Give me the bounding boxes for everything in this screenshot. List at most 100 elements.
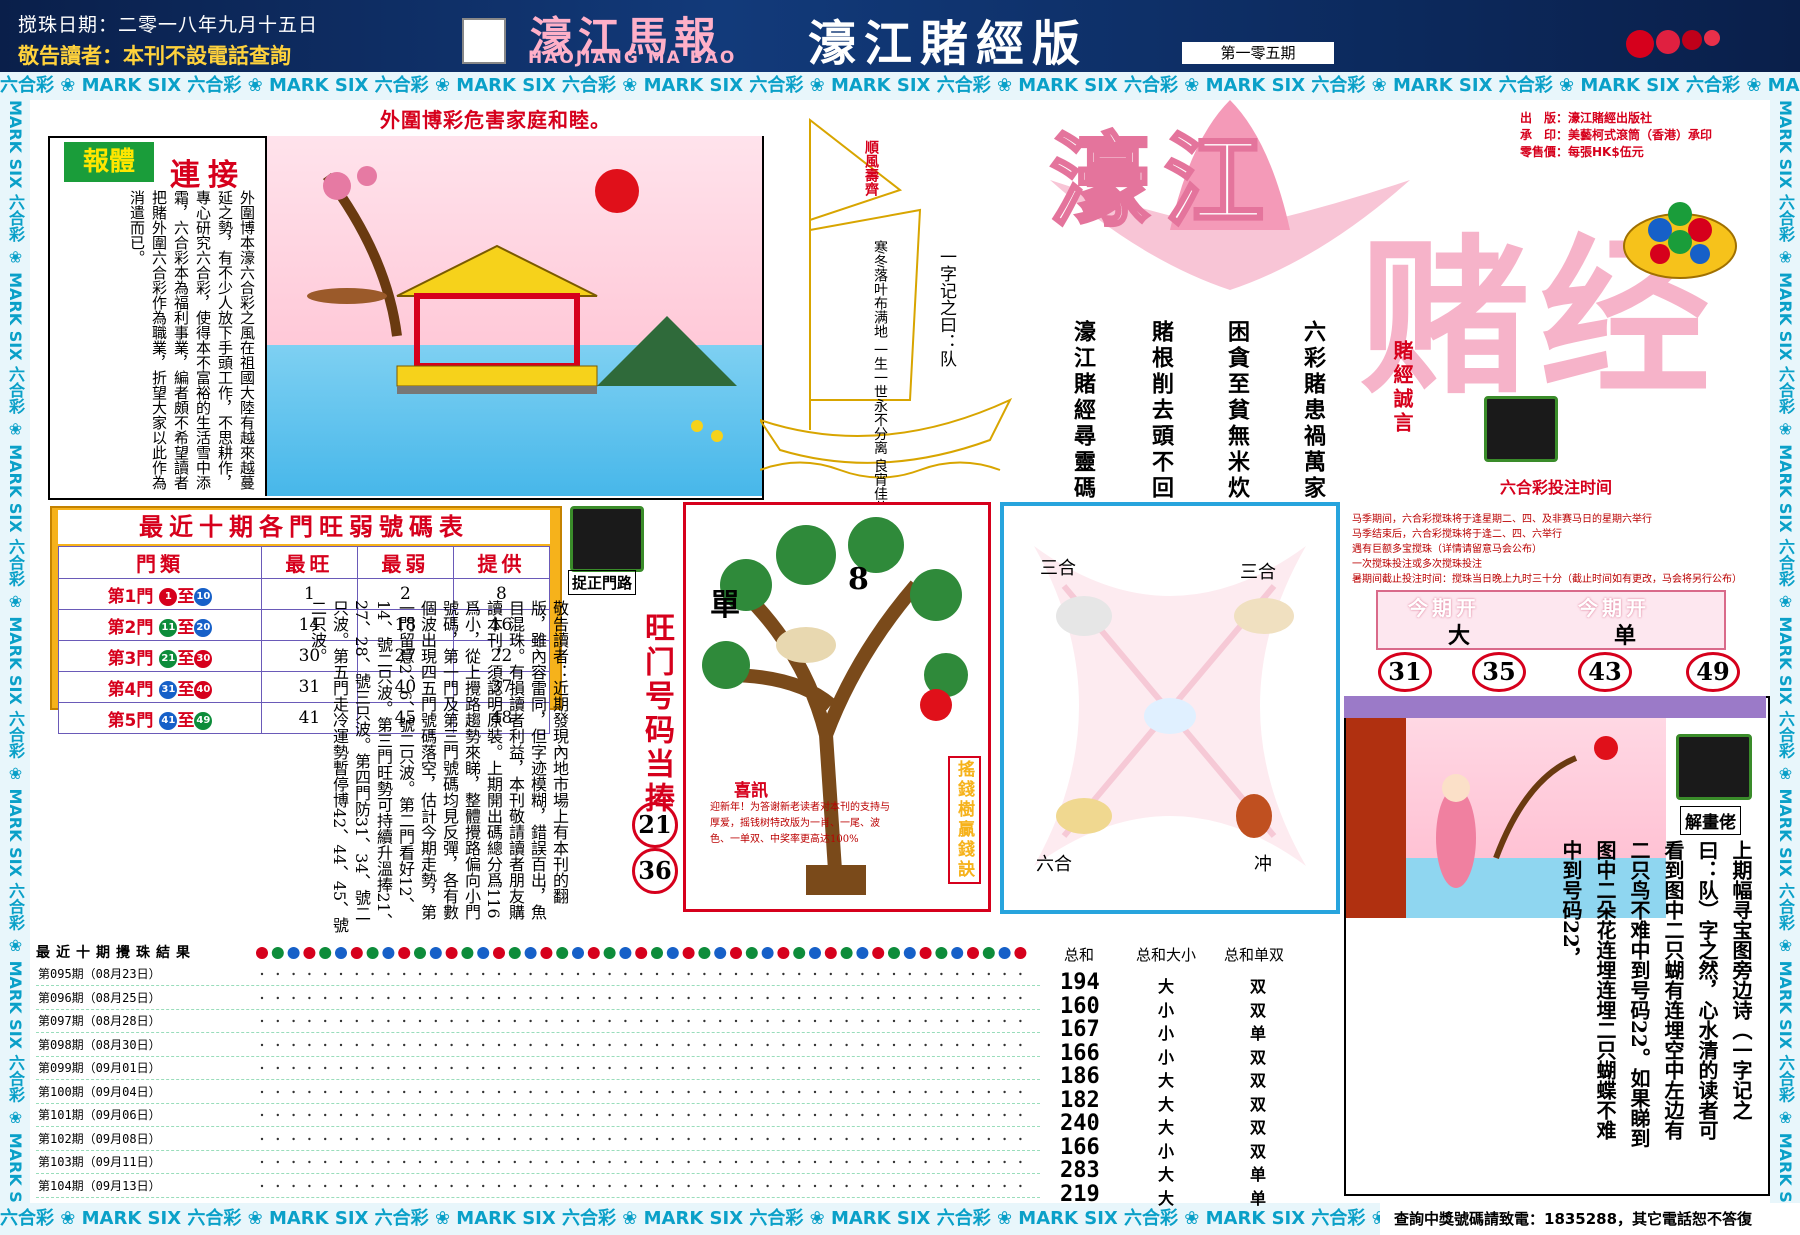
ball-icon xyxy=(935,947,948,959)
ball-icon xyxy=(303,947,316,959)
ball-icon xyxy=(366,947,379,959)
verse-1: 六彩賭患禍萬家 xyxy=(1300,320,1326,502)
period-value-parity: 单 xyxy=(1614,623,1637,649)
parity-header: 总和单双 xyxy=(1224,946,1285,964)
ball-icon xyxy=(714,947,727,959)
zodiac-label-bl: 六合 xyxy=(1036,854,1072,875)
hot-number-2: 36 xyxy=(632,848,678,894)
period-value-size: 大 xyxy=(1448,623,1471,649)
ball-icon xyxy=(698,947,711,959)
sum-value: 219 xyxy=(1060,1181,1100,1207)
bet-time-title: 六合彩投注时间 xyxy=(1500,478,1613,497)
ball-icon xyxy=(556,947,569,959)
table-row: 第095期（08月23日） xyxy=(36,962,1040,986)
ball-icon xyxy=(682,947,695,959)
tree-number: 8 xyxy=(848,562,869,597)
draw-dot-row xyxy=(260,1160,1022,1164)
table-row: 第097期（08月28日） xyxy=(36,1009,1040,1033)
period-label: 第100期（09月04日） xyxy=(38,1084,161,1099)
period-label: 第099期（09月01日） xyxy=(38,1061,161,1075)
parity-value: 双 xyxy=(1250,1094,1267,1114)
size-value: 小 xyxy=(1158,1000,1175,1020)
col-header: 最弱 xyxy=(356,546,454,579)
verse-3: 賭根削去頭不回 xyxy=(1148,320,1174,502)
ball-icon xyxy=(1014,947,1027,959)
lottery-balls-icon xyxy=(1626,30,1720,58)
zodiac-label-br: 冲 xyxy=(1254,854,1272,875)
draw-dot-row xyxy=(260,1090,1022,1093)
pick-number: 31 xyxy=(1378,652,1432,692)
printer: 承 印：美藝柯式滾筒（香港）承印 xyxy=(1520,128,1713,142)
bet-note: 马季结束后，六合彩搅珠将于逢二、四、六举行 xyxy=(1352,529,1562,540)
verse-2: 困貪至貧無米炊 xyxy=(1224,320,1250,502)
ball-icon xyxy=(856,947,869,959)
draw-dot-row xyxy=(260,1066,1022,1070)
ball-icon xyxy=(271,947,284,959)
parity-value: 双 xyxy=(1250,1047,1267,1067)
size-value: 小 xyxy=(1158,1024,1175,1043)
tree-dan: 單 xyxy=(710,588,740,623)
ball-icon xyxy=(477,947,490,959)
size-value: 大 xyxy=(1158,1165,1175,1184)
ball-icon xyxy=(319,947,332,959)
period-label: 第096期（08月25日） xyxy=(38,990,161,1005)
logo-english: HAOJIANG MA BAO xyxy=(528,48,737,68)
ball-icon xyxy=(888,947,900,959)
decode-bar xyxy=(1344,696,1766,718)
period-label: 第103期（09月11日） xyxy=(38,1155,161,1169)
motto: 賭經誠言 xyxy=(1390,340,1414,436)
size-value: 小 xyxy=(1158,1141,1175,1161)
ball-icon xyxy=(793,947,806,959)
pavilion-illustration xyxy=(265,136,762,496)
draw-dot-row xyxy=(260,972,1022,976)
parity-value: 单 xyxy=(1250,1024,1267,1043)
ball-icon xyxy=(335,947,347,959)
parity-value: 双 xyxy=(1250,1071,1267,1090)
parity-value: 单 xyxy=(1250,1188,1267,1208)
parity-value: 单 xyxy=(1250,1165,1267,1184)
ball-icon xyxy=(524,947,537,959)
price: 零售價：每張HK$伍元 xyxy=(1520,145,1644,159)
publication-info: 出 版：濠江賭經出版社 承 印：美藝柯式滾筒（香港）承印 零售價：每張HK$伍元 xyxy=(1520,110,1712,161)
ball-icon xyxy=(967,947,979,959)
size-value: 大 xyxy=(1158,1094,1175,1114)
ball-icon xyxy=(840,947,853,959)
ball-icon xyxy=(982,947,995,959)
period-label-1: 今期开 xyxy=(1408,596,1480,620)
table-row: 第103期（09月11日） xyxy=(36,1150,1040,1174)
ball-icon xyxy=(872,947,885,959)
hot-number-label: 旺门号码当捧 xyxy=(639,612,674,816)
ball-icon xyxy=(256,947,268,959)
draw-dot-row xyxy=(260,1113,1022,1117)
size-value: 小 xyxy=(1158,1047,1175,1067)
hotline: 查詢中獎號碼請致電：1835288，其它電話恕不答復 xyxy=(1380,1203,1800,1235)
good-news-text: 迎新年！为答谢新老读者对本刊的支持与厚爱，摇钱树特改版为一肖、一尾、波色、一单双… xyxy=(710,802,890,845)
bet-note: 遇有巨额多宝搅珠（详情请留意马会公布） xyxy=(1352,544,1542,555)
table-row: 第100期（09月04日） xyxy=(36,1080,1040,1104)
period-label: 第102期（09月08日） xyxy=(38,1131,161,1146)
col-header: 提供 xyxy=(452,546,551,579)
ball-icon xyxy=(745,947,758,959)
tree-side-label: 搖錢樹贏錢訣 xyxy=(948,756,981,884)
edition-title: 濠江賭經版 xyxy=(808,16,1089,72)
top-border: 六合彩 ❀ MARK SIX 六合彩 ❀ MARK SIX 六合彩 ❀ MARK… xyxy=(0,72,1800,100)
ball-icon xyxy=(666,947,679,959)
this-period-box: 今期开 大 今期开 单 xyxy=(1376,590,1726,650)
ball-icon xyxy=(903,947,916,959)
table-row: 第096期（08月25日） xyxy=(36,986,1040,1010)
zodiac-panel: 三合 三合 六合 冲 xyxy=(1000,502,1340,914)
ball-icon xyxy=(809,947,821,959)
draw-date: 搅珠日期：二零一八年九月十五日 xyxy=(18,14,319,36)
decode-text: 上期幅寻宝图旁边诗（一字记之曰：队）字之然，心水清的读者可看到图中二只蝴有连埋空… xyxy=(1559,840,1753,1148)
ball-icon xyxy=(619,947,632,959)
size-value: 大 xyxy=(1158,1118,1175,1137)
bet-note: 一次搅珠投注或多次搅珠投注 xyxy=(1352,559,1482,570)
period-label: 第097期（08月28日） xyxy=(38,1014,161,1028)
parity-value: 双 xyxy=(1250,1141,1267,1161)
results-grid: 第095期（08月23日） 第096期（08月25日） 第097期（08月28日） 第… xyxy=(36,962,1040,1200)
pick-number: 35 xyxy=(1472,652,1526,692)
sailboat-illustration xyxy=(760,117,1013,479)
sum-value: 240 xyxy=(1060,1111,1100,1136)
ball-icon xyxy=(587,947,600,959)
draw-dot-row xyxy=(260,996,1022,999)
